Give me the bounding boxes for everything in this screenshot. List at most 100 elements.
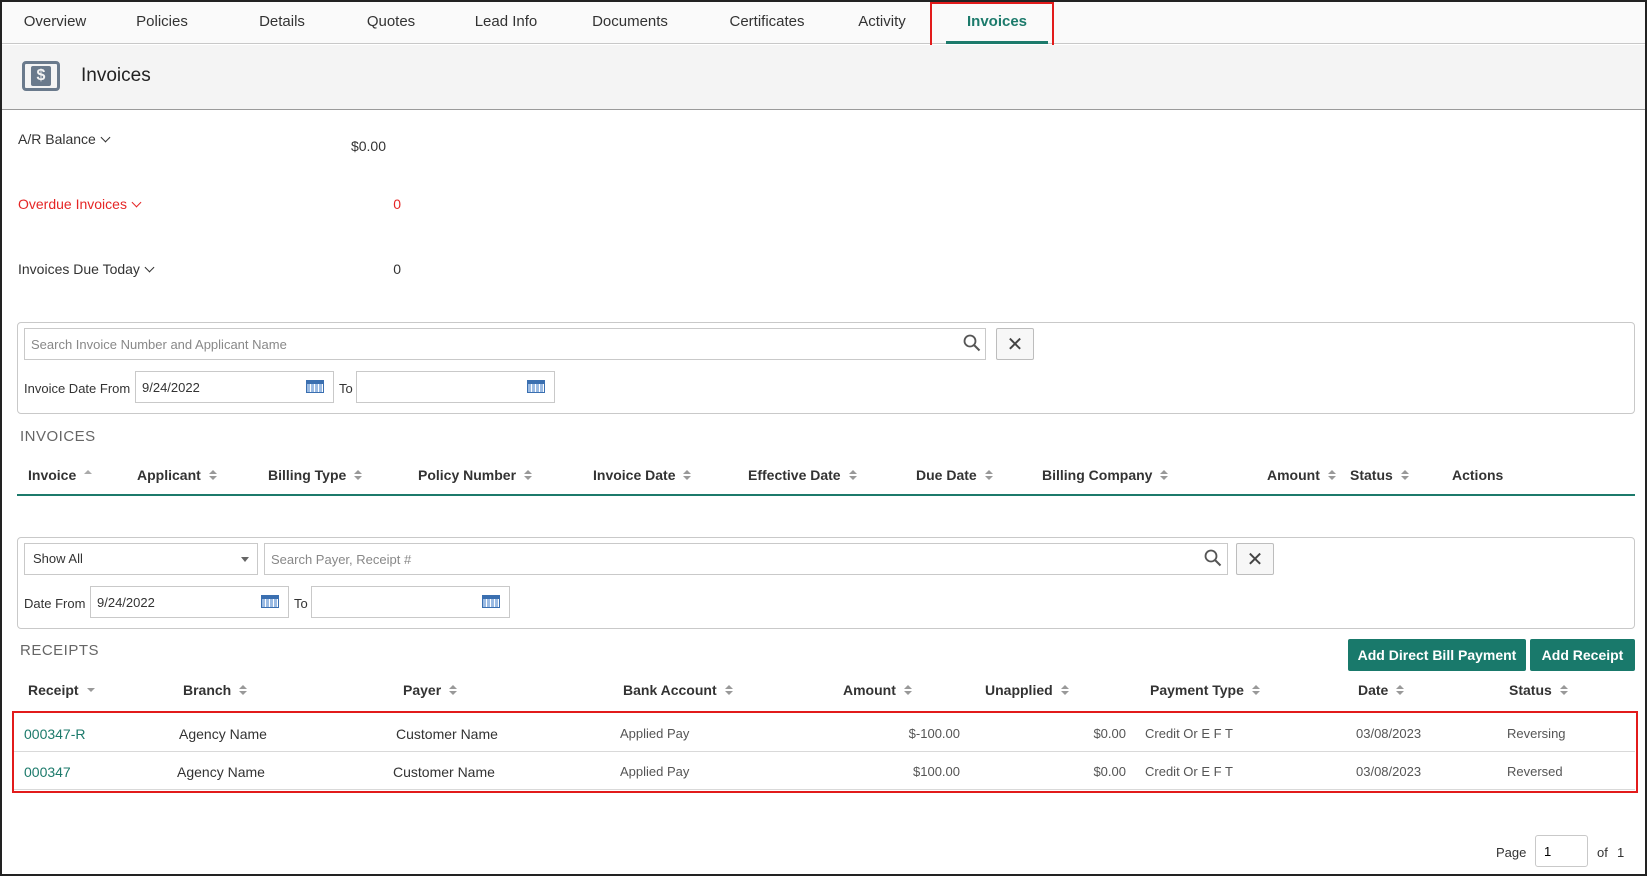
sort-icon [1251, 685, 1260, 696]
col-branch[interactable]: Branch [183, 682, 248, 698]
sort-asc-icon [84, 470, 93, 480]
bank-account-cell: Applied Pay [620, 764, 690, 779]
add-receipt-button[interactable]: Add Receipt [1530, 639, 1635, 671]
amount-cell: $100.00 [913, 764, 960, 779]
invoices-header-divider [17, 494, 1635, 496]
invoices-due-today-label: Invoices Due Today [18, 261, 140, 277]
tab-activity[interactable]: Activity [837, 2, 927, 44]
receipt-filter-select[interactable]: Show All [24, 543, 258, 575]
col-payment-type[interactable]: Payment Type [1150, 682, 1260, 698]
tab-overview[interactable]: Overview [10, 2, 100, 44]
receipt-link[interactable]: 000347 [24, 764, 71, 780]
sort-desc-icon [86, 685, 95, 695]
amount-cell: $-100.00 [908, 726, 960, 741]
sort-icon [848, 470, 857, 481]
tab-details[interactable]: Details [237, 2, 327, 44]
receipt-link[interactable]: 000347-R [24, 726, 86, 742]
payer-cell: Customer Name [393, 764, 495, 780]
col-status[interactable]: Status [1350, 467, 1409, 483]
invoices-due-today-value: 0 [393, 261, 401, 277]
col-applicant[interactable]: Applicant [137, 467, 217, 483]
invoice-date-from-label: Invoice Date From [24, 381, 131, 396]
receipt-date-from-label: Date From [24, 596, 86, 611]
page-label: Page [1496, 845, 1527, 860]
col-invoice-date[interactable]: Invoice Date [593, 467, 692, 483]
receipts-section-title: RECEIPTS [20, 642, 100, 659]
receipt-search-input[interactable] [264, 543, 1228, 575]
calendar-icon[interactable] [482, 595, 500, 608]
tab-invoices[interactable]: Invoices [938, 2, 1056, 44]
receipt-date-to-label: To [294, 596, 308, 611]
col-payer[interactable]: Payer [403, 682, 458, 698]
chevron-down-icon [144, 262, 155, 273]
chevron-down-icon [100, 132, 111, 143]
ar-balance-value: $0.00 [350, 138, 386, 154]
payer-cell: Customer Name [396, 726, 498, 742]
sort-icon [1160, 470, 1169, 481]
table-row[interactable]: 000347 Agency Name Customer Name Applied… [14, 753, 1635, 790]
sort-icon [1327, 470, 1336, 481]
payment-type-cell: Credit Or E F T [1145, 764, 1233, 779]
sort-icon [449, 685, 458, 696]
sort-icon [524, 470, 533, 481]
page-number-input[interactable] [1535, 835, 1588, 867]
ar-balance-toggle[interactable]: A/R Balance [18, 131, 111, 147]
sort-icon [1400, 470, 1409, 481]
col-bank-account[interactable]: Bank Account [623, 682, 733, 698]
sort-icon [903, 685, 912, 696]
unapplied-cell: $0.00 [1093, 726, 1126, 741]
invoice-date-from-input[interactable] [135, 371, 334, 403]
close-icon: ✕ [1006, 333, 1024, 356]
page-header: $ Invoices [2, 45, 1645, 110]
tab-documents[interactable]: Documents [580, 2, 680, 44]
page-of-label: of [1597, 845, 1608, 860]
tab-certificates[interactable]: Certificates [712, 2, 822, 44]
col-policy-number[interactable]: Policy Number [418, 467, 533, 483]
col-billing-company[interactable]: Billing Company [1042, 467, 1169, 483]
page-total: 1 [1617, 845, 1625, 860]
chevron-down-icon [131, 197, 142, 208]
add-direct-bill-payment-button[interactable]: Add Direct Bill Payment [1348, 639, 1526, 671]
calendar-icon[interactable] [527, 380, 545, 393]
invoices-due-today-toggle[interactable]: Invoices Due Today [18, 261, 155, 277]
calendar-icon[interactable] [306, 380, 324, 393]
date-cell: 03/08/2023 [1356, 764, 1422, 779]
page-title: Invoices [81, 65, 151, 86]
calendar-icon[interactable] [261, 595, 279, 608]
tab-policies[interactable]: Policies [117, 2, 207, 44]
dollar-icon: $ [22, 61, 60, 91]
col-unapplied[interactable]: Unapplied [985, 682, 1069, 698]
branch-cell: Agency Name [179, 726, 267, 742]
col-due-date[interactable]: Due Date [916, 467, 993, 483]
overdue-invoices-value: 0 [393, 196, 401, 212]
invoice-date-to-input[interactable] [356, 371, 555, 403]
col-receipt-amount[interactable]: Amount [843, 682, 912, 698]
tab-bar: Overview Policies Details Quotes Lead In… [2, 2, 1645, 44]
receipt-clear-button[interactable]: ✕ [1236, 543, 1274, 575]
col-date[interactable]: Date [1358, 682, 1405, 698]
status-cell: Reversed [1507, 764, 1563, 779]
sort-icon [683, 470, 692, 481]
col-invoice[interactable]: Invoice [28, 467, 93, 483]
search-icon[interactable] [963, 334, 981, 352]
sort-icon [1559, 685, 1568, 696]
col-effective-date[interactable]: Effective Date [748, 467, 857, 483]
tab-quotes[interactable]: Quotes [346, 2, 436, 44]
receipt-date-from-input[interactable] [90, 586, 289, 618]
invoice-clear-button[interactable]: ✕ [996, 328, 1034, 360]
sort-icon [724, 685, 733, 696]
tab-lead-info[interactable]: Lead Info [456, 2, 556, 44]
sort-icon [1396, 685, 1405, 696]
overdue-invoices-toggle[interactable]: Overdue Invoices [18, 196, 142, 212]
sort-icon [354, 470, 363, 481]
col-billing-type[interactable]: Billing Type [268, 467, 363, 483]
col-receipt[interactable]: Receipt [28, 682, 95, 698]
col-amount[interactable]: Amount [1267, 467, 1336, 483]
invoice-search-input[interactable] [24, 328, 986, 360]
receipt-date-to-input[interactable] [311, 586, 510, 618]
table-row[interactable]: 000347-R Agency Name Customer Name Appli… [14, 715, 1635, 752]
sort-icon [208, 470, 217, 481]
search-icon[interactable] [1204, 549, 1222, 567]
unapplied-cell: $0.00 [1093, 764, 1126, 779]
col-receipt-status[interactable]: Status [1509, 682, 1568, 698]
